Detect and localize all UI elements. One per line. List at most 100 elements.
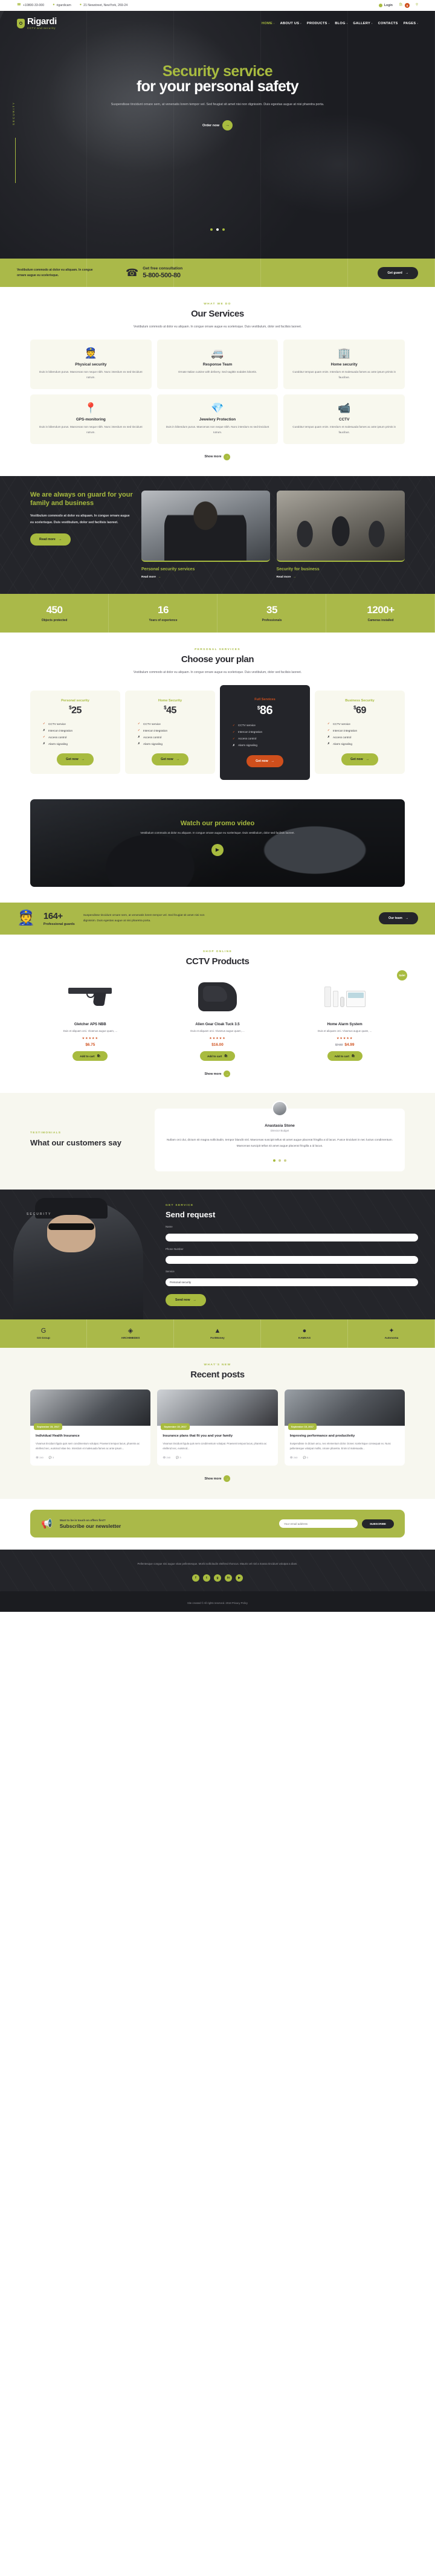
plan-features: ✓ CCTV service ✗ Intercon integration ✓ Acc… — [43, 722, 73, 745]
service-desc: Duis in bibendum purus. Maecenas non neq… — [39, 370, 143, 379]
guard-card[interactable]: Security for business Read more → — [276, 490, 405, 578]
sale-badge: Sale! — [397, 970, 407, 980]
hero-dot-2[interactable] — [216, 228, 219, 231]
phone-field[interactable] — [166, 1255, 418, 1264]
product-card[interactable]: Sale! Home Alarm System Duis et aliquam … — [285, 970, 407, 1061]
stat-label: Cameras installed — [367, 618, 394, 622]
service-select[interactable] — [166, 1278, 418, 1286]
top-bar-contacts: ☎ +10800-33-000 ● rigardicam ● 21 Newstr… — [17, 4, 127, 7]
service-card[interactable]: 💎 Jewelery Protection Duis in bibendum p… — [156, 394, 279, 444]
pricing-card-featured[interactable]: Full Services $86 ✓ CCTV service ✓ Interco… — [220, 684, 310, 780]
google-plus-icon[interactable]: g — [214, 1574, 221, 1582]
add-to-cart-button[interactable]: Add to cart 🛍 — [199, 1051, 236, 1061]
add-to-cart-button[interactable]: Add to cart 🛍 — [327, 1051, 362, 1061]
nav-item-about-us[interactable]: ABOUT US › — [280, 22, 301, 25]
testimonial-dot-3[interactable] — [284, 1159, 286, 1162]
guard-card[interactable]: Personal security services Read more → — [141, 490, 270, 578]
testimonial-dot-2[interactable] — [279, 1159, 281, 1162]
services-grid: 👮 Physical security Duis in bibendum pur… — [30, 340, 405, 444]
nav-item-pages[interactable]: PAGES › — [404, 22, 418, 25]
newsletter-email-input[interactable] — [279, 1519, 358, 1528]
product-desc: Duis et aliquam orci. Vivamus augue quam… — [317, 1029, 372, 1032]
guard-card-link[interactable]: Read more → — [277, 575, 405, 578]
post-card[interactable]: September 15, 2017 Improving performance… — [284, 1389, 405, 1466]
service-desc: Curabitur tempus quam enim. Interdum et … — [292, 425, 396, 434]
plan-get-now-button[interactable]: Get now → — [152, 753, 188, 766]
plan-get-now-button[interactable]: Get now → — [246, 755, 283, 767]
guard-card-link[interactable]: Read more → — [141, 575, 270, 578]
pricing-card[interactable]: Home Security $45 ✓ CCTV service ✓ Interco… — [125, 691, 215, 774]
brand-label: Autonoma — [384, 1336, 399, 1339]
get-guard-button[interactable]: Get guard → — [378, 266, 418, 279]
nav-item-blog[interactable]: BLOG › — [335, 22, 347, 25]
stat-label: Years of experience — [149, 618, 178, 622]
guard-read-more-button[interactable]: Read more → — [30, 533, 71, 546]
product-card[interactable]: Gletcher APS NBB Duis et aliquam orci. V… — [30, 976, 150, 1061]
rating-stars-icon: ★★★★★ — [209, 1037, 226, 1041]
newsletter-section: 📢 Want to be in touch on offers first? S… — [0, 1499, 435, 1550]
youtube-icon[interactable]: ▶ — [236, 1574, 243, 1582]
twitter-icon[interactable]: t — [203, 1574, 210, 1582]
service-card[interactable]: 🏢 Home security Curabitur tempus quam en… — [283, 340, 405, 389]
brand-logo[interactable]: G GS Group — [0, 1319, 87, 1348]
pricing-card[interactable]: Business Security $69 ✓ CCTV service ✓ Int… — [315, 691, 405, 774]
linkedin-icon[interactable]: in — [225, 1574, 232, 1582]
top-phone[interactable]: ☎ +10800-33-000 — [17, 4, 44, 7]
nav-item-contacts[interactable]: CONTACTS — [378, 22, 398, 25]
plan-get-now-button[interactable]: Get now → — [341, 753, 378, 766]
top-skype[interactable]: ● rigardicam — [53, 4, 71, 7]
site-logo[interactable]: Rigardi CCTV and security — [17, 17, 57, 30]
testimonial-card: Anastasia Stone Director Budget Nullam o… — [155, 1101, 405, 1171]
phone-field-label: Phone Number — [166, 1247, 184, 1251]
service-card[interactable]: 📹 CCTV Curabitur tempus quam enim. Inter… — [283, 394, 405, 444]
cart-button[interactable]: 🛍 0 — [399, 3, 410, 8]
services-show-more[interactable]: Show more → — [30, 453, 405, 460]
nav-item-gallery[interactable]: GALLERY › — [353, 22, 372, 25]
consultation-phone[interactable]: 5-800-500-80 — [143, 272, 182, 279]
phone-ring-icon: ☎ — [126, 267, 139, 279]
subscribe-button[interactable]: SUBSCRIBE — [361, 1519, 394, 1528]
our-team-button[interactable]: Our team → — [379, 912, 418, 925]
testimonials-section: TESTIMONIALS What our customers say Anas… — [0, 1093, 435, 1190]
nav-item-home[interactable]: HOME › — [262, 22, 275, 25]
name-field[interactable] — [166, 1233, 418, 1241]
services-section: WHAT WE DO Our Services Vestibulum commo… — [0, 287, 435, 476]
service-card[interactable]: 🚐 Response Team Ornate Italian cuisine w… — [156, 340, 279, 389]
hero-section: Rigardi CCTV and security HOME › ABOUT US… — [0, 11, 435, 259]
play-icon[interactable]: ▶ — [211, 843, 224, 856]
nav-item-products[interactable]: PRODUCTS › — [307, 22, 329, 25]
testimonial-dot-1[interactable] — [273, 1159, 276, 1162]
posts-show-more[interactable]: Show more → — [30, 1475, 405, 1483]
add-to-cart-button[interactable]: Add to cart 🛍 — [72, 1051, 108, 1061]
product-desc: Duis et aliquam orci. Vivamus augue quam… — [190, 1029, 245, 1032]
comment-icon: 💬 — [303, 1456, 306, 1460]
hero-dot-3[interactable] — [222, 228, 225, 231]
service-card[interactable]: 📍 GPS-monitoring Duis in bibendum purus.… — [30, 394, 152, 444]
plan-get-now-button[interactable]: Get now → — [57, 753, 94, 766]
copyright-bar: Site created © All rights reserved. 2018… — [0, 1591, 435, 1612]
promo-video-box[interactable]: Watch our promo video Vestibulum commodo… — [30, 799, 405, 887]
brand-logo[interactable]: ● KAMKAS — [261, 1319, 348, 1348]
order-now-button[interactable]: Order now → — [202, 120, 233, 131]
top-address-text: 21 Newstreet, NewYork, 269-24 — [83, 4, 128, 7]
newsletter-text: Want to be in touch on offers first? Sub… — [60, 1519, 121, 1529]
cart-icon: 🛍 — [97, 1054, 101, 1058]
send-now-button[interactable]: Send now → — [166, 1293, 206, 1306]
hero-dot-1[interactable] — [210, 228, 213, 231]
chevron-right-icon: › — [417, 22, 418, 25]
check-icon: ✓ — [327, 729, 330, 732]
pricing-card[interactable]: Personal security $25 ✓ CCTV service ✗ Int… — [30, 691, 120, 774]
search-icon[interactable]: ⚲ — [416, 4, 418, 7]
brand-logo[interactable]: ✦ Autonoma — [348, 1319, 435, 1348]
post-card[interactable]: September 15, 2017 Insurance plans that … — [157, 1389, 278, 1466]
facebook-icon[interactable]: f — [192, 1574, 199, 1582]
login-button[interactable]: Login — [378, 4, 393, 7]
nav-menu: HOME › ABOUT US › PRODUCTS › BLOG › GALLERY ›… — [262, 22, 418, 25]
product-card[interactable]: Alien Gear Cloak Tuck 3.5 Duis et aliqua… — [158, 976, 278, 1061]
hero-description: Suspendisse tincidunt ornare sem, at ven… — [111, 102, 324, 106]
brand-logo[interactable]: ◈ ARCHIMEDES — [87, 1319, 174, 1348]
post-card[interactable]: September 15, 2017 Individual Health Ins… — [30, 1389, 151, 1466]
products-show-more[interactable]: Show more → — [30, 1071, 405, 1078]
brand-logo[interactable]: ▲ FortMoney — [174, 1319, 261, 1348]
service-card[interactable]: 👮 Physical security Duis in bibendum pur… — [30, 340, 152, 389]
